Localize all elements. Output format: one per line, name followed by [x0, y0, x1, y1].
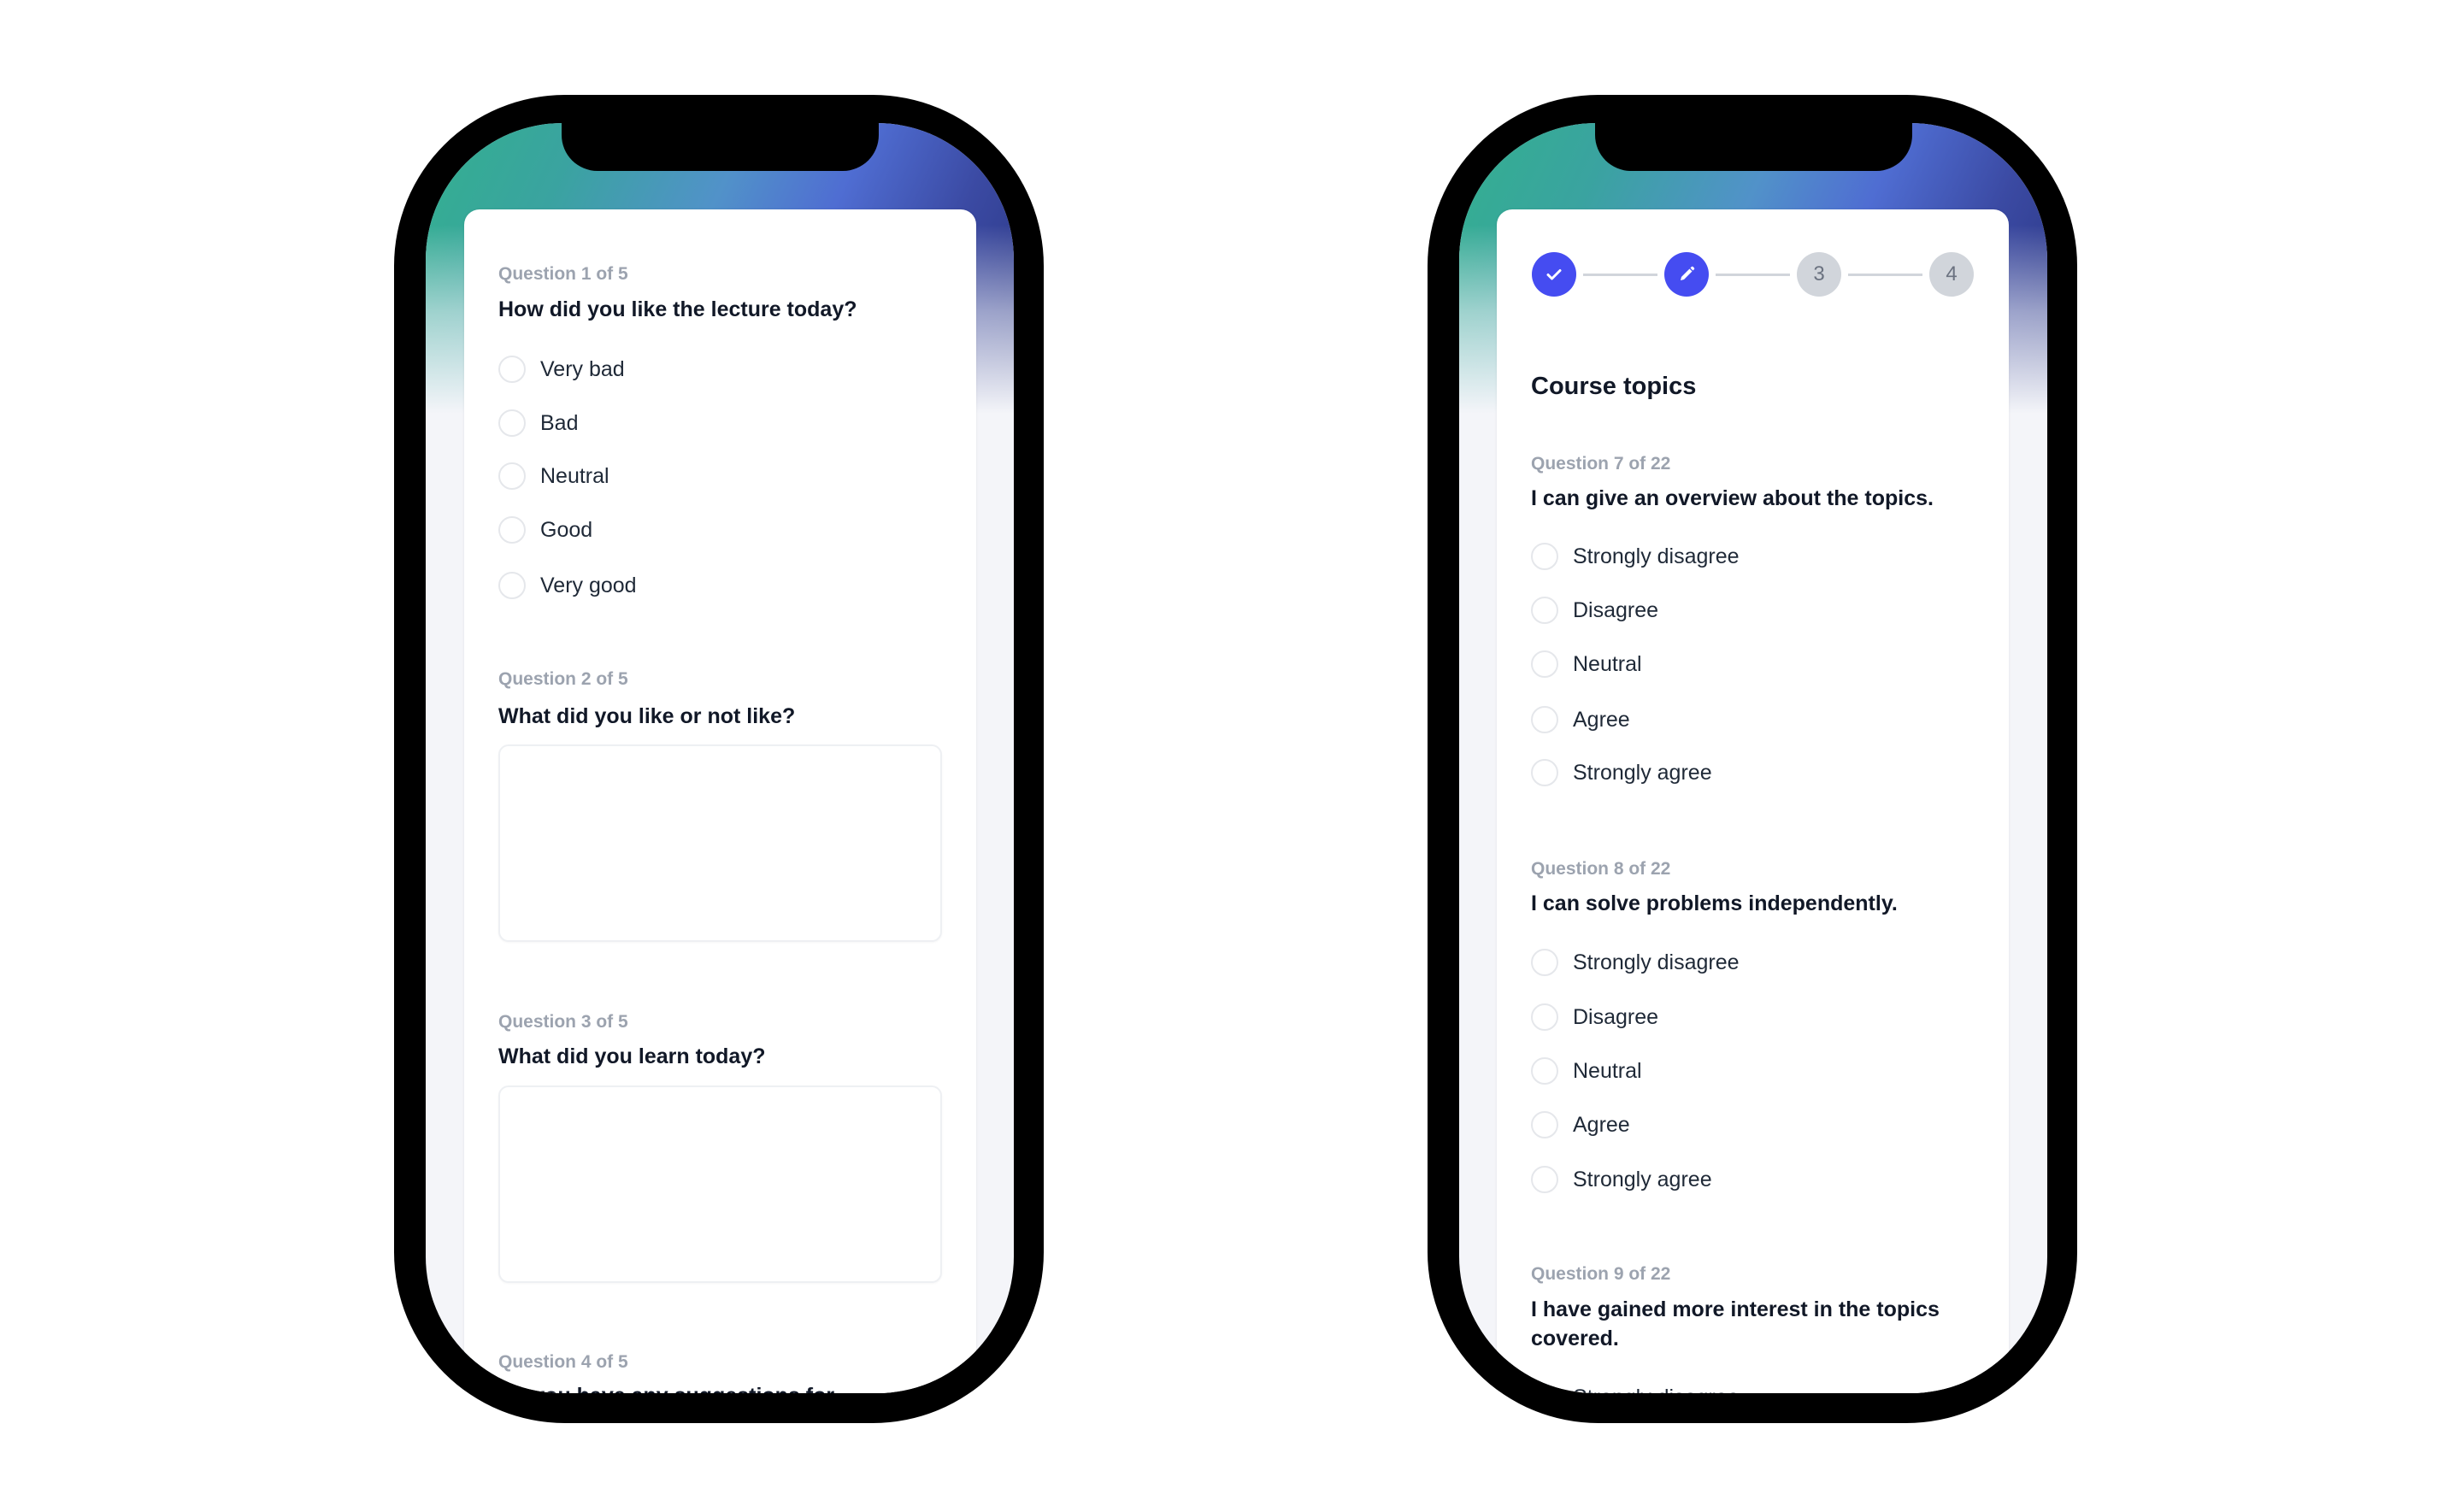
option-label: Agree [1573, 707, 1630, 732]
radio-option[interactable]: Good [498, 515, 592, 545]
option-label: Strongly disagree [1573, 950, 1740, 974]
radio-option[interactable]: Neutral [498, 461, 609, 491]
radio-option[interactable]: Bad [498, 408, 578, 438]
survey-card: 3 4 Course topics Question 7 of 22 I can… [1497, 209, 2009, 1393]
option-label: Disagree [1573, 597, 1659, 622]
option-label: Neutral [540, 463, 609, 488]
question-4-text: Do you have any suggestions for [498, 1381, 926, 1393]
radio-option[interactable]: Strongly agree [1531, 1164, 1712, 1195]
question-7-label: Question 7 of 22 [1531, 454, 1671, 474]
radio-option[interactable]: Strongly disagree [1531, 947, 1740, 978]
stepper-connector [1583, 274, 1657, 276]
radio-button[interactable] [1531, 759, 1558, 786]
radio-option[interactable]: Strongly disagree [1531, 1382, 1740, 1393]
radio-button[interactable] [1531, 1111, 1558, 1138]
radio-button[interactable] [1531, 543, 1558, 570]
option-label: Strongly disagree [1573, 1386, 1740, 1394]
question-3-text: What did you learn today? [498, 1044, 766, 1068]
step-number: 4 [1946, 262, 1958, 285]
option-label: Neutral [1573, 651, 1642, 676]
question-2-text: What did you like or not like? [498, 704, 796, 728]
radio-button[interactable] [498, 356, 526, 383]
question-1-label: Question 1 of 5 [498, 264, 628, 284]
radio-button[interactable] [1531, 597, 1558, 624]
survey-card: Question 1 of 5 How did you like the lec… [464, 209, 976, 1393]
question-7-text: I can give an overview about the topics. [1531, 486, 1934, 510]
phone-screen-right: 3 4 Course topics Question 7 of 22 I can… [1459, 123, 2047, 1393]
radio-option[interactable]: Very bad [498, 354, 625, 385]
question-8-text: I can solve problems independently. [1531, 891, 1898, 915]
check-icon [1546, 269, 1562, 280]
option-label: Bad [540, 410, 579, 435]
question-1-text: How did you like the lecture today? [498, 297, 857, 321]
question-2-textarea[interactable] [498, 744, 942, 942]
step-3[interactable]: 3 [1797, 252, 1841, 297]
phone-screen-left: Question 1 of 5 How did you like the lec… [426, 123, 1014, 1393]
radio-button[interactable] [498, 516, 526, 544]
radio-option[interactable]: Disagree [1531, 595, 1658, 626]
radio-option[interactable]: Strongly disagree [1531, 541, 1740, 572]
option-label: Strongly disagree [1573, 544, 1740, 568]
stepper-connector [1848, 274, 1922, 276]
radio-option[interactable]: Strongly agree [1531, 757, 1712, 788]
radio-button[interactable] [498, 572, 526, 599]
option-label: Very bad [540, 356, 625, 381]
radio-button[interactable] [498, 462, 526, 490]
step-2-current[interactable] [1664, 252, 1709, 297]
radio-button[interactable] [498, 409, 526, 437]
option-label: Strongly agree [1573, 1167, 1712, 1191]
radio-option[interactable]: Neutral [1531, 1056, 1642, 1086]
radio-button[interactable] [1531, 1003, 1558, 1031]
step-4[interactable]: 4 [1929, 252, 1974, 297]
question-8-label: Question 8 of 22 [1531, 859, 1671, 879]
question-9-label: Question 9 of 22 [1531, 1264, 1671, 1284]
phone-notch [562, 123, 879, 171]
question-2-label: Question 2 of 5 [498, 669, 628, 689]
stepper-connector [1716, 274, 1790, 276]
step-number: 3 [1813, 262, 1825, 285]
radio-button[interactable] [1531, 1057, 1558, 1085]
phone-frame-right: 3 4 Course topics Question 7 of 22 I can… [1428, 95, 2077, 1423]
phone-frame-left: Question 1 of 5 How did you like the lec… [394, 95, 1044, 1423]
question-4-label: Question 4 of 5 [498, 1352, 628, 1372]
radio-button[interactable] [1531, 1384, 1558, 1393]
option-label: Agree [1573, 1112, 1630, 1137]
pencil-icon [1681, 266, 1695, 280]
option-label: Very good [540, 573, 637, 597]
radio-button[interactable] [1531, 706, 1558, 733]
radio-option[interactable]: Agree [1531, 1109, 1630, 1140]
phone-notch [1595, 123, 1912, 171]
option-label: Neutral [1573, 1058, 1642, 1083]
option-label: Strongly agree [1573, 760, 1712, 785]
question-3-label: Question 3 of 5 [498, 1012, 628, 1032]
step-1-completed[interactable] [1532, 252, 1576, 297]
option-label: Good [540, 517, 593, 542]
radio-button[interactable] [1531, 650, 1558, 678]
question-3-textarea[interactable] [498, 1085, 942, 1283]
radio-button[interactable] [1531, 949, 1558, 976]
radio-option[interactable]: Agree [1531, 704, 1630, 735]
radio-option[interactable]: Disagree [1531, 1002, 1658, 1033]
radio-option[interactable]: Very good [498, 570, 637, 601]
section-title: Course topics [1531, 373, 1697, 400]
radio-button[interactable] [1531, 1166, 1558, 1193]
question-9-text: I have gained more interest in the topic… [1531, 1297, 1940, 1350]
option-label: Disagree [1573, 1004, 1659, 1029]
radio-option[interactable]: Neutral [1531, 649, 1642, 680]
